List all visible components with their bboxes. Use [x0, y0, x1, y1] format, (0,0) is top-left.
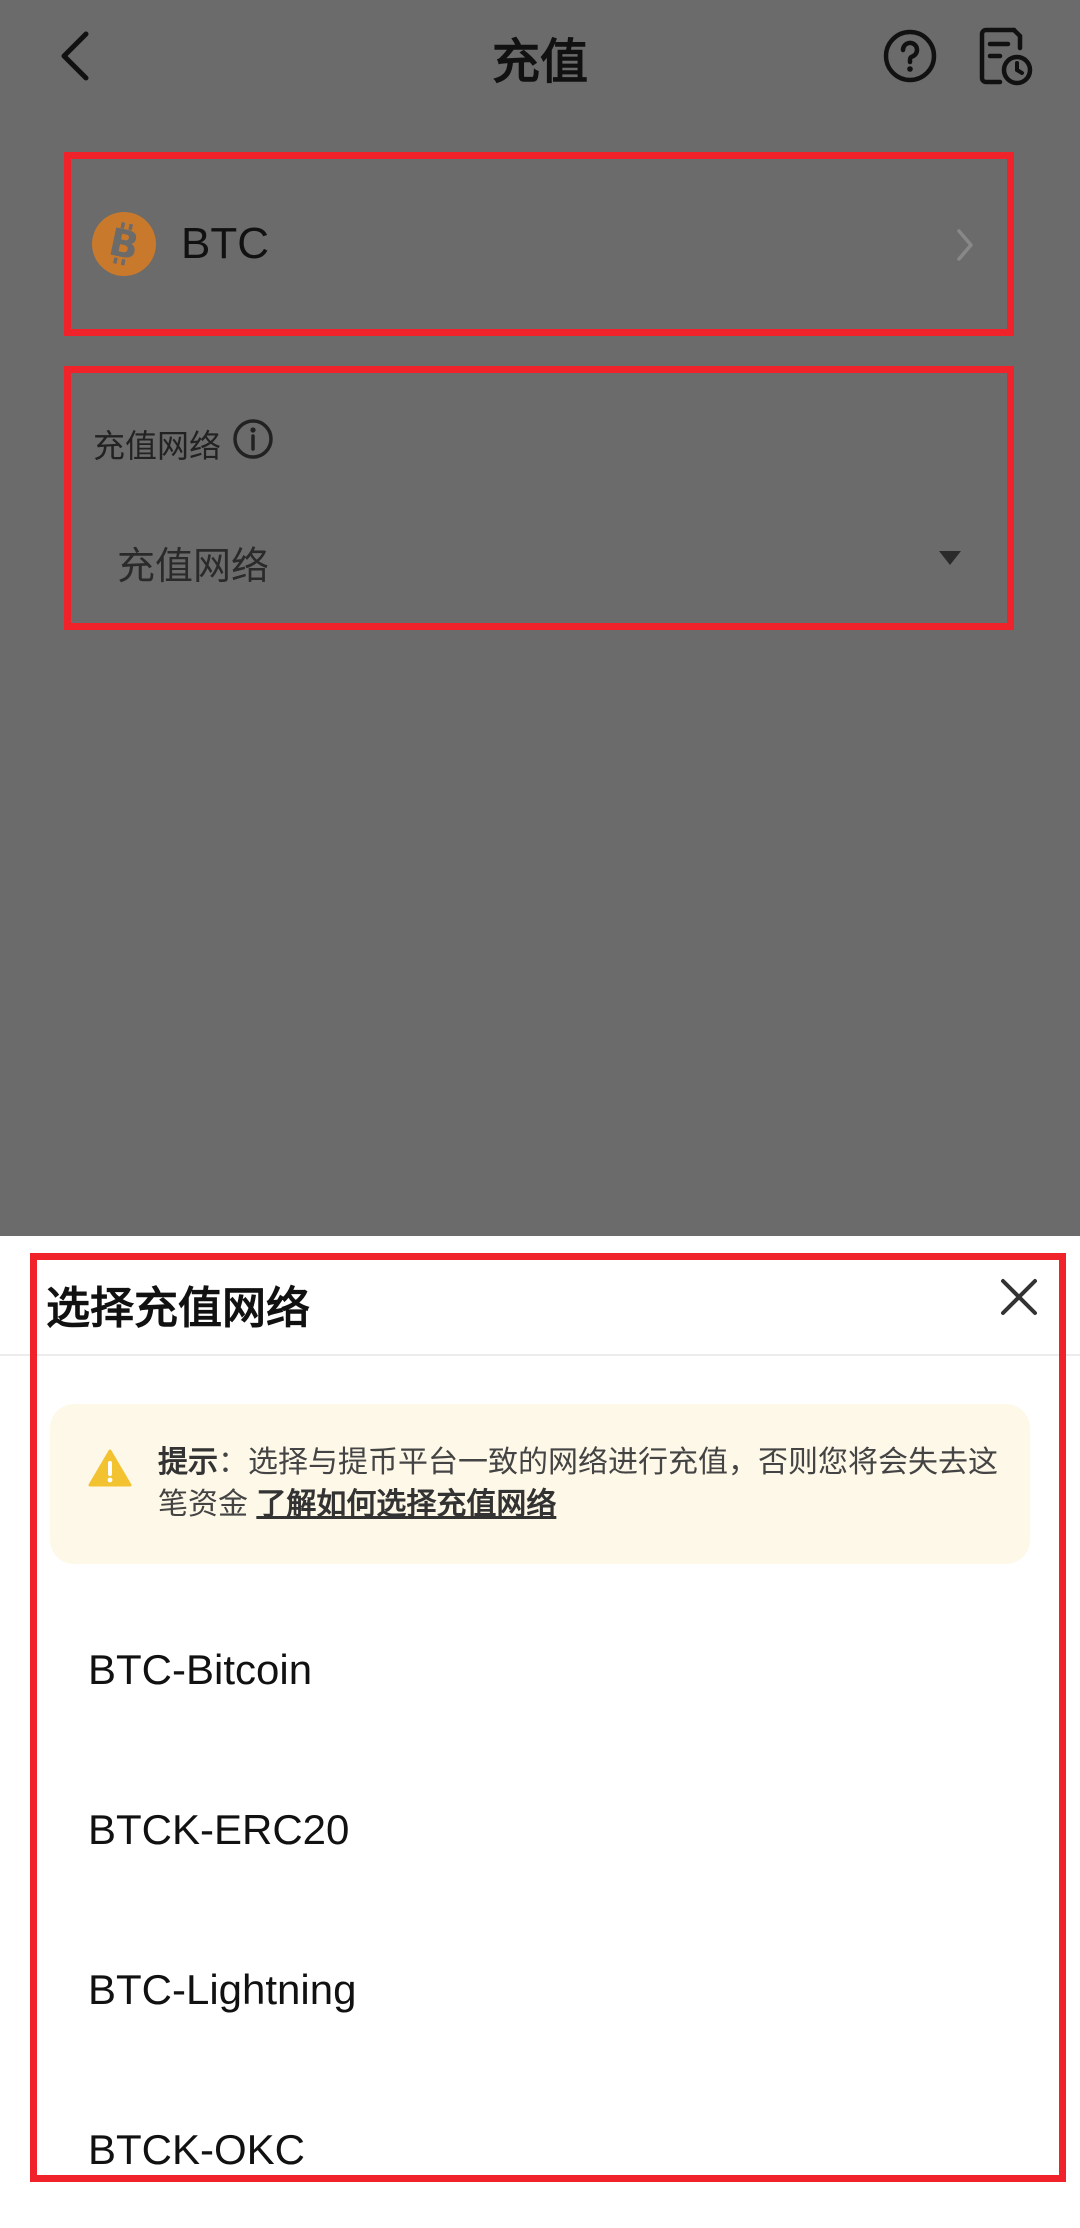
warning-notice: 提示：选择与提币平台一致的网络进行充值，否则您将会失去这笔资金 了解如何选择充值…	[50, 1404, 1030, 1564]
network-option-btck-okc[interactable]: BTCK-OKC	[88, 2126, 305, 2174]
network-option-btc-lightning[interactable]: BTC-Lightning	[88, 1966, 356, 2014]
network-select-value: 充值网络	[117, 546, 270, 588]
network-label: 充值网络	[93, 428, 222, 464]
document-clock-icon[interactable]	[976, 24, 1034, 88]
divider	[0, 1354, 1080, 1356]
network-option-btc-bitcoin[interactable]: BTC-Bitcoin	[88, 1646, 312, 1694]
close-icon[interactable]	[998, 1276, 1040, 1318]
caret-down-icon	[939, 551, 961, 565]
notice-prefix: 提示	[158, 1446, 218, 1479]
warning-icon	[88, 1449, 132, 1487]
top-bar: 充值	[0, 0, 1080, 120]
network-option-btck-erc20[interactable]: BTCK-ERC20	[88, 1806, 349, 1854]
coin-selector[interactable]: B BTC	[64, 152, 1014, 336]
question-circle-icon[interactable]	[880, 26, 940, 86]
coin-name: BTC	[181, 219, 269, 268]
notice-colon: ：	[218, 1446, 248, 1479]
learn-network-link[interactable]: 了解如何选择充值网络	[256, 1488, 556, 1521]
bitcoin-icon: B	[92, 212, 156, 276]
chevron-right-icon	[957, 229, 973, 261]
notice-text: 提示：选择与提币平台一致的网络进行充值，否则您将会失去这笔资金 了解如何选择充值…	[158, 1442, 1018, 1526]
info-icon[interactable]	[231, 417, 275, 461]
network-picker-sheet: 选择充值网络 提示：选择与提币平台一致的网络进行充值，否则您将会失去这笔资金 了…	[0, 1236, 1080, 2228]
network-field[interactable]: 充值网络 充值网络	[64, 366, 1014, 630]
sheet-title: 选择充值网络	[46, 1284, 310, 1333]
